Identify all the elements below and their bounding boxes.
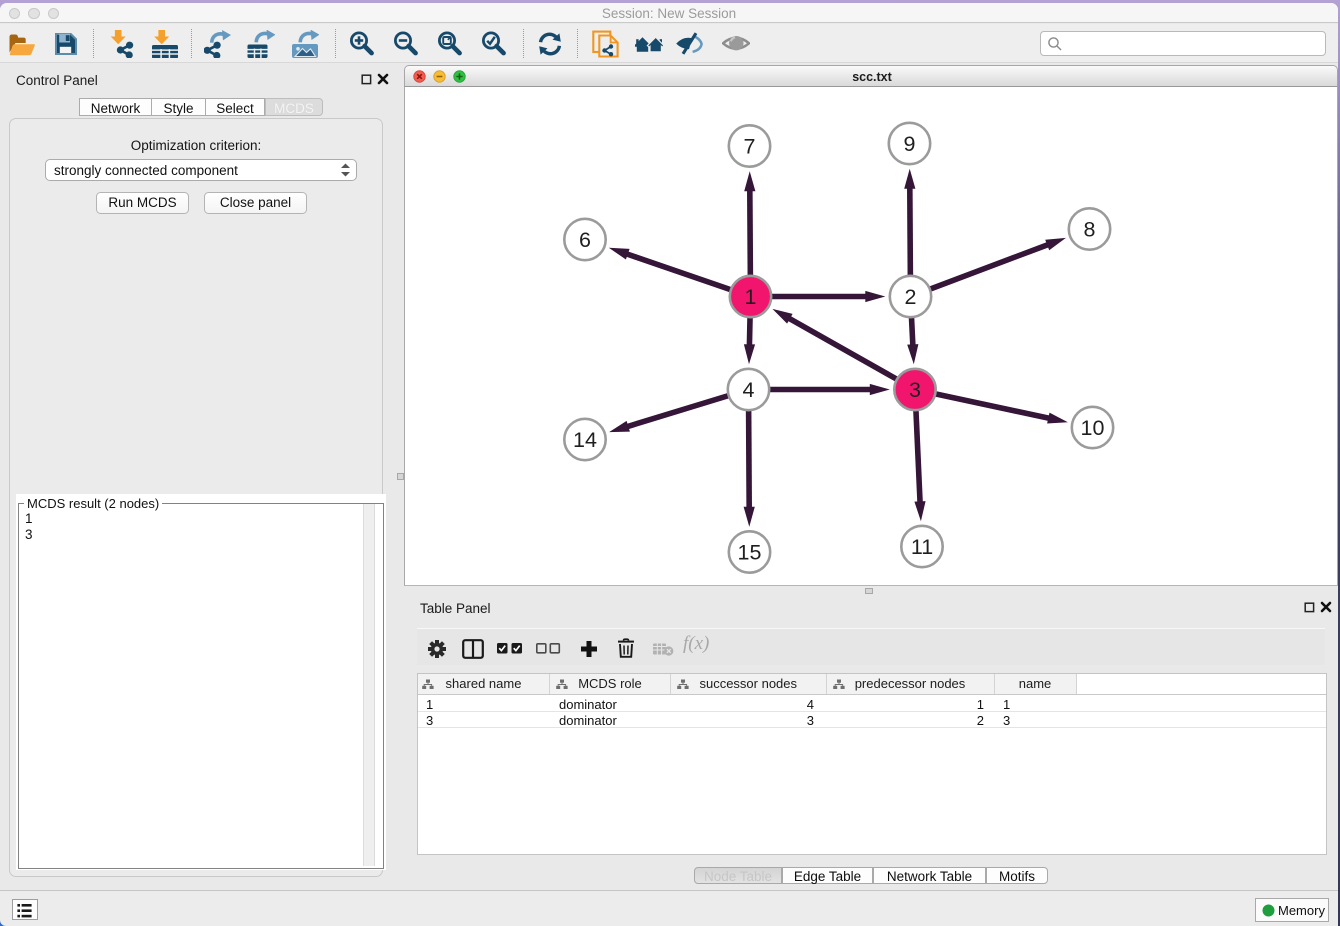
svg-text:15: 15: [738, 541, 762, 565]
svg-text:14: 14: [573, 428, 597, 452]
svg-text:2: 2: [905, 285, 917, 309]
svg-text:9: 9: [904, 132, 916, 156]
svg-text:7: 7: [744, 135, 756, 159]
svg-text:8: 8: [1084, 218, 1096, 242]
svg-text:11: 11: [911, 535, 933, 559]
svg-text:10: 10: [1081, 416, 1105, 440]
svg-text:4: 4: [743, 378, 755, 402]
svg-text:6: 6: [579, 228, 591, 252]
svg-text:1: 1: [745, 285, 757, 309]
svg-text:3: 3: [909, 378, 921, 402]
